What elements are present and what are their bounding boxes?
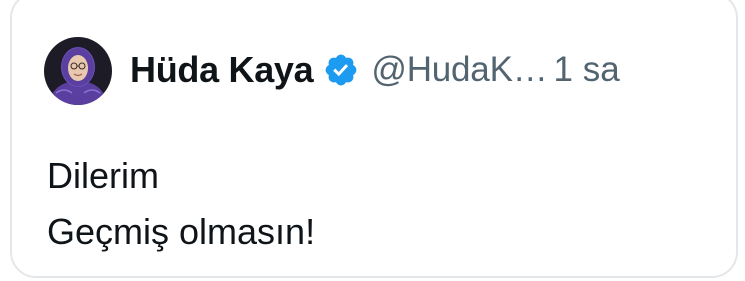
verified-badge-icon [323,52,359,88]
tweet-text-line: Geçmiş olmasın! [47,211,316,252]
tweet-timestamp[interactable]: 1 sa [554,50,620,90]
avatar-image [44,37,112,105]
tweet-text: Dilerim Geçmiş olmasın! [47,148,315,260]
author-handle[interactable]: @HudaK… [371,50,547,90]
avatar[interactable] [44,37,112,105]
author-display-name[interactable]: Hüda Kaya [130,49,314,91]
tweet-text-line: Dilerim [47,155,159,196]
tweet-header: Hüda Kaya @HudaK… 1 sa [130,44,620,96]
